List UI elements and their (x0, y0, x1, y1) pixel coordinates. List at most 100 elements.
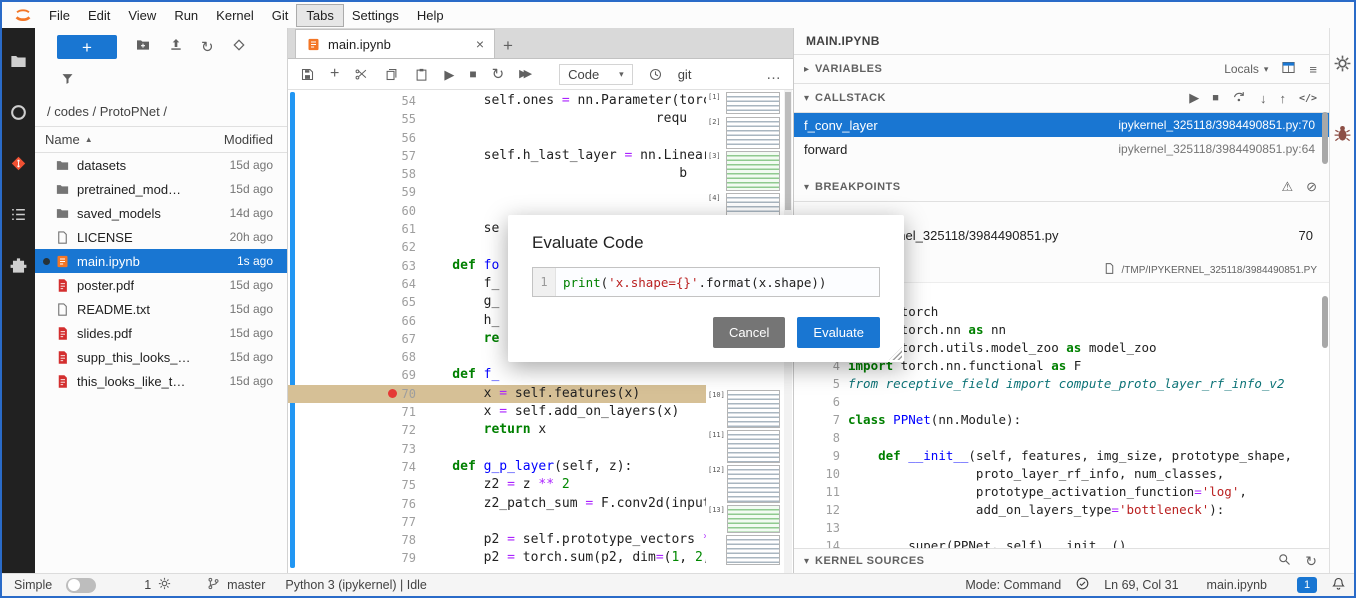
code-line[interactable]: 56 (288, 129, 706, 147)
pause-on-exception-icon[interactable]: ⚠ (1281, 179, 1293, 195)
dialog-code-line[interactable]: print('x.shape={}'.format(x.shape)) (556, 268, 879, 296)
line-number[interactable]: 57 (288, 147, 421, 165)
line-number[interactable]: 8 (794, 429, 848, 447)
code-line[interactable]: 75 z2 = z ** 2 (288, 476, 706, 494)
line-number[interactable]: 77 (288, 513, 421, 531)
code-line[interactable]: 8 (794, 429, 1329, 447)
paste-cell-icon[interactable] (414, 67, 429, 82)
menu-run[interactable]: Run (165, 5, 207, 26)
file-row[interactable]: saved_models14d ago (35, 201, 287, 225)
column-name[interactable]: Name (45, 132, 80, 147)
line-number[interactable]: 68 (288, 348, 421, 366)
dialog-code-input[interactable]: 1 print('x.shape={}'.format(x.shape)) (532, 267, 880, 297)
kernel-status[interactable]: Python 3 (ipykernel) | Idle (285, 578, 427, 592)
terminate-icon[interactable]: ■ (1212, 92, 1219, 104)
source-scrollbar[interactable] (1322, 296, 1328, 348)
menu-settings[interactable]: Settings (343, 5, 408, 26)
simple-mode-toggle[interactable] (66, 578, 96, 593)
menu-git[interactable]: Git (263, 5, 298, 26)
mini-cell[interactable]: [10] (708, 390, 780, 428)
step-in-icon[interactable]: ↓ (1260, 91, 1267, 106)
code-line[interactable]: 73 (288, 440, 706, 458)
code-line[interactable]: 79 p2 = torch.sum(p2, dim=(1, 2, (288, 549, 706, 567)
menu-tabs[interactable]: Tabs (297, 5, 342, 26)
run-icon[interactable]: ▶ (444, 68, 454, 81)
line-number[interactable]: 9 (794, 447, 848, 465)
code-line[interactable]: 74 def g_p_layer(self, z): (288, 458, 706, 476)
code-line[interactable]: 11 prototype_activation_function='log', (794, 483, 1329, 501)
code-line[interactable]: 9 def __init__(self, features, img_size,… (794, 447, 1329, 465)
line-number[interactable]: 64 (288, 275, 421, 293)
step-out-icon[interactable]: ↑ (1279, 91, 1286, 106)
dialog-resize-handle[interactable] (889, 347, 902, 360)
new-tab-button[interactable]: + (495, 34, 521, 58)
line-number[interactable]: 70 (288, 385, 421, 403)
new-launcher-button[interactable]: + (57, 35, 117, 59)
extensions-icon[interactable] (9, 256, 28, 280)
line-number[interactable]: 55 (288, 110, 421, 128)
mini-cell[interactable]: [1] (708, 92, 780, 114)
line-number[interactable]: 11 (794, 483, 848, 501)
line-number[interactable]: 75 (288, 476, 421, 494)
restart-kernel-icon[interactable]: ↻ (492, 67, 505, 82)
running-kernels-icon[interactable] (9, 103, 28, 127)
line-number[interactable]: 56 (288, 129, 421, 147)
code-line[interactable]: 7class PPNet(nn.Module): (794, 411, 1329, 429)
code-line[interactable]: 10 proto_layer_rf_info, num_classes, (794, 465, 1329, 483)
breakpoints-section-header[interactable]: ▾ BREAKPOINTS ⚠ ⊘ (794, 173, 1329, 202)
remove-all-breakpoints-icon[interactable]: ⊘ (1306, 179, 1317, 195)
cut-cell-icon[interactable] (354, 67, 369, 82)
tree-view-icon[interactable]: ≡ (1309, 62, 1317, 77)
code-line[interactable]: 70 x = self.features(x) (288, 385, 706, 403)
file-row[interactable]: pretrained_mod…15d ago (35, 177, 287, 201)
git-branch-name[interactable]: master (227, 578, 265, 592)
code-line[interactable]: 76 z2_patch_sum = F.conv2d(input (288, 495, 706, 513)
cancel-button[interactable]: Cancel (713, 317, 785, 348)
mini-cell[interactable]: [2] (708, 117, 780, 149)
line-number[interactable]: 79 (288, 549, 421, 567)
code-line[interactable]: 12 add_on_layers_type='bottleneck'): (794, 501, 1329, 519)
code-line[interactable]: 55 requ (288, 110, 706, 128)
kernel-sources-section-header[interactable]: ▾ KERNEL SOURCES ↻ (794, 548, 1329, 574)
column-modified[interactable]: Modified (224, 132, 273, 147)
code-line[interactable]: 58 b (288, 165, 706, 183)
run-all-icon[interactable]: ▶▶ (519, 69, 532, 80)
line-number[interactable]: 71 (288, 403, 421, 421)
bell-icon[interactable] (1331, 576, 1346, 594)
line-number[interactable]: 63 (288, 257, 421, 275)
line-number[interactable]: 54 (288, 92, 421, 110)
continue-icon[interactable]: ▶ (1189, 90, 1199, 106)
mini-cell[interactable]: [12] (708, 465, 780, 503)
refresh-icon[interactable]: ↻ (201, 40, 214, 55)
step-over-icon[interactable] (1232, 89, 1247, 107)
file-row[interactable]: poster.pdf15d ago (35, 273, 287, 297)
git-clone-icon[interactable] (231, 37, 247, 58)
breadcrumb[interactable]: / codes / ProtoPNet / (35, 96, 287, 126)
code-line[interactable]: 59 (288, 183, 706, 201)
file-row[interactable]: slides.pdf15d ago (35, 321, 287, 345)
code-line[interactable]: 6 (794, 393, 1329, 411)
line-number[interactable]: 78 (288, 531, 421, 549)
kernel-sessions-icon[interactable] (157, 576, 172, 594)
menu-edit[interactable]: Edit (79, 5, 119, 26)
file-row[interactable]: main.ipynb1s ago (35, 249, 287, 273)
notification-count-badge[interactable]: 1 (1297, 577, 1317, 593)
refresh-icon[interactable]: ↻ (1305, 553, 1317, 570)
stop-icon[interactable]: ■ (469, 68, 476, 80)
cursor-position[interactable]: Ln 69, Col 31 (1104, 578, 1178, 592)
line-number[interactable]: 69 (288, 366, 421, 384)
menu-file[interactable]: File (40, 5, 79, 26)
evaluate-button[interactable]: Evaluate (797, 317, 880, 348)
save-icon[interactable] (300, 67, 315, 82)
tab-main-ipynb[interactable]: main.ipynb × (295, 29, 495, 58)
line-number[interactable]: 10 (794, 465, 848, 483)
line-number[interactable]: 59 (288, 183, 421, 201)
file-row[interactable]: README.txt15d ago (35, 297, 287, 321)
scope-dropdown[interactable]: Locals▾ (1224, 62, 1268, 76)
callstack-section-header[interactable]: ▾ CALLSTACK ▶ ■ ↓ ↑ </> (794, 84, 1329, 113)
code-line[interactable]: 5from receptive_field import compute_pro… (794, 375, 1329, 393)
line-number[interactable]: 60 (288, 202, 421, 220)
line-number[interactable]: 76 (288, 495, 421, 513)
line-number[interactable]: 13 (794, 519, 848, 537)
property-inspector-gear-icon[interactable] (1333, 54, 1352, 78)
